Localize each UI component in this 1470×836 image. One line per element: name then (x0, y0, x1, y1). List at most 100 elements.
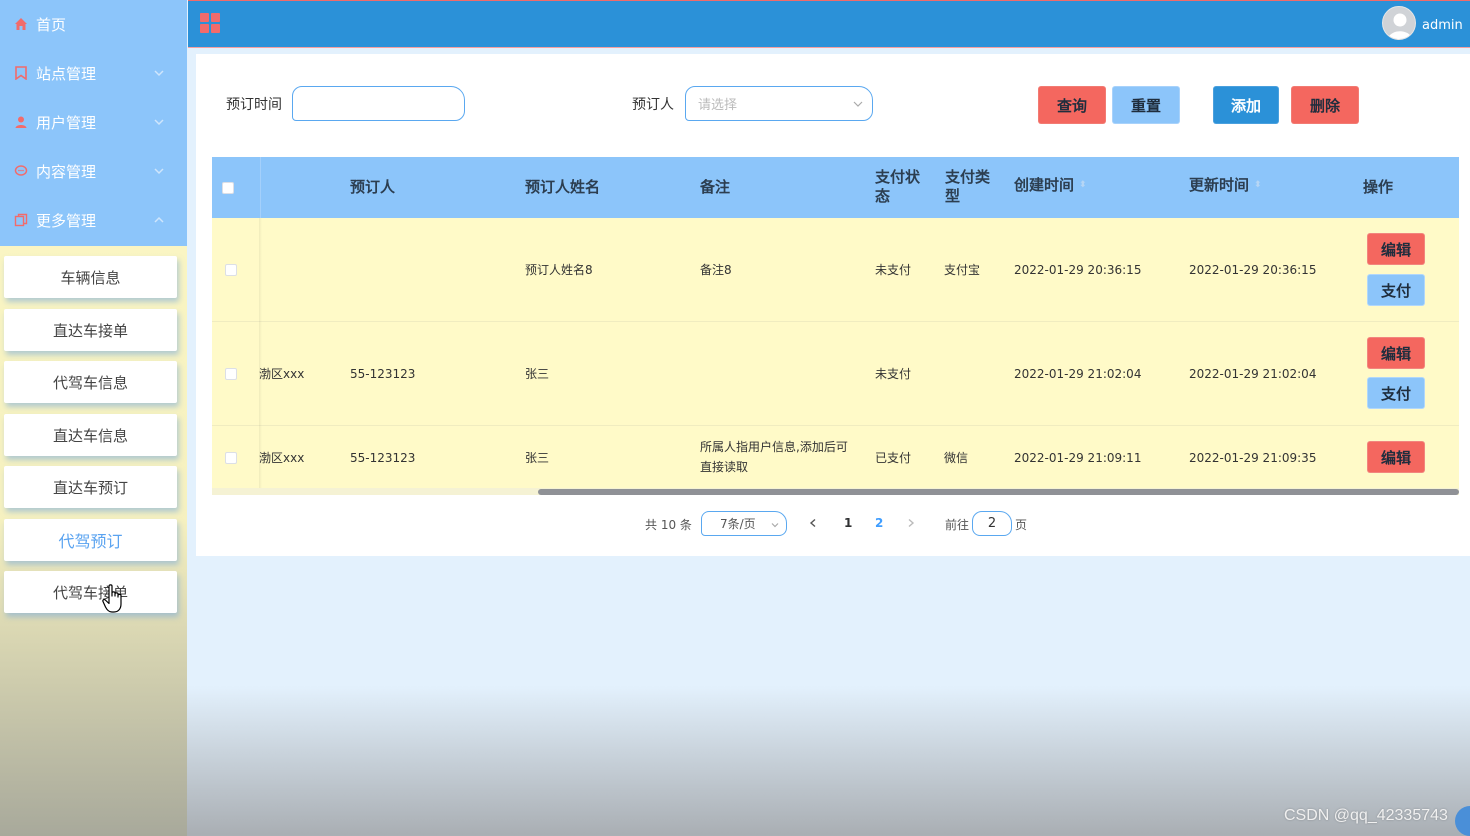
bookmark-icon (15, 66, 27, 80)
sidebar: 首页 站点管理 用户管理 内容管理 更多管理 车辆信息 直达车接单 代驾车信息 … (0, 0, 187, 836)
user-avatar-icon (1387, 13, 1413, 39)
cell-pay-type: 支付宝 (944, 263, 981, 277)
cell-pay-status: 未支付 (875, 263, 912, 277)
edit-button[interactable]: 编辑 (1368, 234, 1424, 264)
pay-button[interactable]: 支付 (1368, 275, 1424, 305)
cell-remark: 所属人指用户信息,添加后可直接读取 (700, 440, 848, 474)
chevron-down-icon (154, 168, 164, 175)
col-header-remark: 备注 (700, 178, 731, 196)
top-header: admin (188, 0, 1470, 48)
sidebar-item-more[interactable]: 更多管理 (0, 196, 187, 245)
cell-address: 渤区xxx (259, 367, 305, 381)
col-header-created-text: 创建时间 (1014, 176, 1075, 194)
submenu-direct-car-info[interactable]: 直达车信息 (4, 414, 177, 456)
page-size-select[interactable]: 7条/页 (701, 511, 787, 536)
reset-button[interactable]: 重置 (1113, 87, 1179, 123)
scrollbar-thumb[interactable] (538, 489, 1459, 495)
col-header-pay-status: 支付状态 (875, 168, 921, 205)
sort-icon[interactable]: ⬍ (1254, 176, 1262, 195)
add-button[interactable]: 添加 (1214, 87, 1278, 123)
chevron-down-icon (154, 70, 164, 77)
pagination: 共 10 条 7条/页 1 2 前往 2 页 (196, 510, 1470, 536)
col-header-updated-text: 更新时间 (1189, 176, 1250, 194)
goto-prefix: 前往 (945, 518, 970, 532)
cell-updated: 2022-01-29 20:36:15 (1189, 263, 1317, 277)
watermark: CSDN @qq_42335743 (1284, 807, 1448, 824)
cell-remark: 备注8 (700, 263, 732, 277)
cell-created: 2022-01-29 21:02:04 (1014, 367, 1142, 381)
col-header-updated[interactable]: 更新时间 ⬍ (1189, 176, 1262, 195)
cell-created: 2022-01-29 21:09:11 (1014, 451, 1142, 465)
cell-person-name: 预订人姓名8 (525, 263, 593, 277)
next-page-icon[interactable] (906, 518, 916, 528)
cell-pay-status: 未支付 (875, 367, 912, 381)
user-icon (15, 116, 27, 128)
sidebar-item-label: 站点管理 (36, 65, 97, 83)
pay-button[interactable]: 支付 (1368, 378, 1424, 408)
sidebar-item-label: 用户管理 (36, 114, 97, 132)
page-number-1[interactable]: 1 (844, 516, 852, 530)
avatar[interactable] (1382, 6, 1416, 40)
chevron-down-icon (853, 101, 863, 107)
cell-address: 渤区xxx (259, 451, 305, 465)
booking-table: 预订人 预订人姓名 备注 支付状态 支付类型 创建时间 ⬍ 更新时间 ⬍ 操作 预订… (212, 157, 1459, 495)
col-header-person-name: 预订人姓名 (525, 178, 601, 196)
chat-icon (14, 165, 28, 176)
sidebar-item-label: 内容管理 (36, 163, 97, 181)
cell-pay-type: 微信 (944, 451, 969, 465)
grid-menu-icon[interactable] (200, 13, 222, 35)
submenu-driver-orders[interactable]: 代驾车接单 (4, 571, 177, 613)
delete-button[interactable]: 删除 (1292, 87, 1358, 123)
select-all-checkbox[interactable] (222, 182, 234, 194)
goto-suffix: 页 (1015, 518, 1028, 532)
sidebar-item-label: 首页 (36, 16, 67, 34)
sort-icon[interactable]: ⬍ (1079, 176, 1087, 195)
fixed-column-shadow (259, 218, 262, 495)
cell-person-name: 张三 (525, 367, 550, 381)
sidebar-item-users[interactable]: 用户管理 (0, 98, 187, 147)
row-checkbox[interactable] (225, 368, 237, 380)
home-icon (15, 18, 27, 30)
edit-button[interactable]: 编辑 (1368, 338, 1424, 368)
submenu-driver-booking[interactable]: 代驾预订 (4, 519, 177, 561)
chevron-down-icon (154, 119, 164, 126)
col-header-created[interactable]: 创建时间 ⬍ (1014, 176, 1087, 195)
user-name[interactable]: admin (1422, 18, 1463, 33)
booker-select[interactable]: 请选择 (685, 86, 873, 121)
booker-select-placeholder: 请选择 (698, 98, 738, 113)
prev-page-icon[interactable] (808, 518, 818, 528)
sidebar-menu: 首页 站点管理 用户管理 内容管理 更多管理 (0, 0, 187, 246)
submenu-vehicle-info[interactable]: 车辆信息 (4, 256, 177, 298)
col-header-person: 预订人 (350, 178, 396, 196)
copy-icon (14, 213, 28, 227)
submenu-direct-orders[interactable]: 直达车接单 (4, 309, 177, 351)
submenu-driver-car-info[interactable]: 代驾车信息 (4, 361, 177, 403)
main-content: 预订时间 预订人 请选择 查询 重置 添加 删除 预订人 预订人姓名 备注 支付… (196, 54, 1470, 556)
hand-cursor-icon (102, 584, 122, 613)
cell-created: 2022-01-29 20:36:15 (1014, 263, 1142, 277)
row-checkbox[interactable] (225, 264, 237, 276)
cell-updated: 2022-01-29 21:09:35 (1189, 451, 1317, 465)
cell-updated: 2022-01-29 21:02:04 (1189, 367, 1317, 381)
horizontal-scrollbar[interactable] (212, 488, 1459, 495)
table-header: 预订人 预订人姓名 备注 支付状态 支付类型 创建时间 ⬍ 更新时间 ⬍ 操作 (212, 157, 1459, 218)
page-number-2[interactable]: 2 (875, 516, 883, 530)
booking-time-input[interactable] (292, 86, 465, 121)
sidebar-item-home[interactable]: 首页 (0, 0, 187, 49)
sidebar-item-content[interactable]: 内容管理 (0, 147, 187, 196)
chevron-down-icon (771, 523, 779, 528)
search-button[interactable]: 查询 (1039, 87, 1105, 123)
booker-label: 预订人 (632, 97, 674, 113)
col-header-pay-type: 支付类型 (945, 168, 991, 205)
table-row: 预订人姓名8 备注8 未支付 支付宝 2022-01-29 20:36:15 2… (212, 218, 1459, 322)
goto-page-input[interactable]: 2 (972, 511, 1012, 536)
submenu-direct-booking[interactable]: 直达车预订 (4, 466, 177, 508)
row-checkbox[interactable] (225, 452, 237, 464)
page-size-value: 7条/页 (720, 517, 756, 531)
floating-button[interactable] (1455, 806, 1470, 836)
fixed-column-divider (260, 157, 261, 218)
edit-button[interactable]: 编辑 (1368, 442, 1424, 472)
booking-time-label: 预订时间 (226, 97, 282, 113)
sidebar-item-site[interactable]: 站点管理 (0, 49, 187, 98)
cell-person: 55-123123 (350, 367, 416, 381)
